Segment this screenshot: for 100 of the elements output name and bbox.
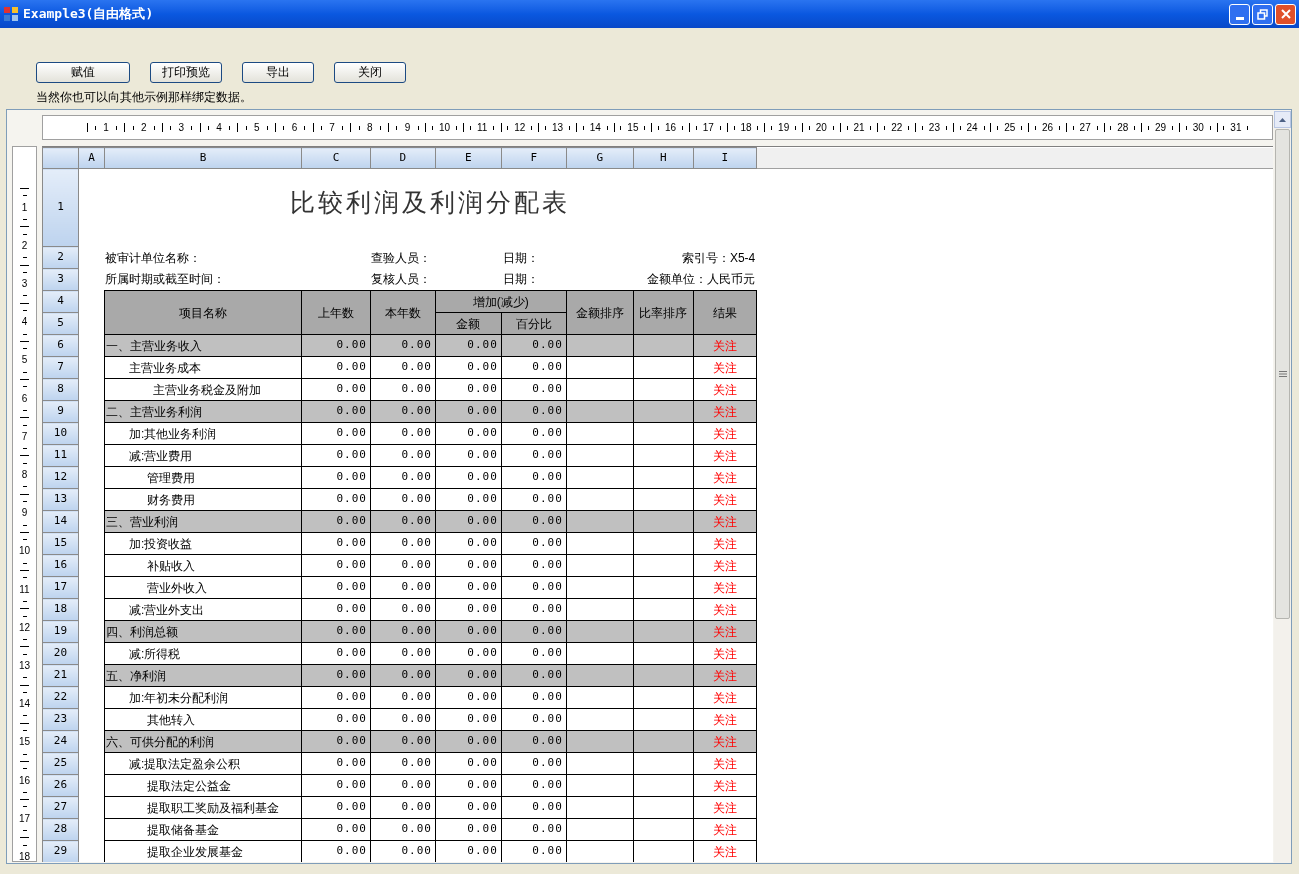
- info-label: 金额单位：人民币元: [647, 272, 756, 287]
- info-label: 被审计单位名称：: [105, 250, 202, 265]
- ruler-number: 4: [216, 122, 222, 133]
- ruler-number: 15: [627, 122, 639, 133]
- ruler-number: 13: [551, 122, 564, 133]
- report-title: 比较利润及利润分配表: [290, 188, 571, 216]
- item-name-cell: 加:投资收益: [104, 532, 302, 555]
- column-header[interactable]: E: [435, 147, 502, 169]
- ruler-number: 9: [21, 508, 28, 519]
- ruler-number: 28: [1117, 122, 1129, 133]
- row-header[interactable]: 5: [42, 312, 79, 335]
- row-header[interactable]: 28: [42, 818, 79, 841]
- action-button[interactable]: 导出: [242, 62, 314, 83]
- row-header[interactable]: 29: [42, 840, 79, 862]
- item-name-cell: 补贴收入: [104, 554, 302, 577]
- ruler-number: 21: [853, 122, 865, 133]
- row-header[interactable]: 21: [42, 664, 79, 687]
- row-header[interactable]: 3: [42, 268, 79, 291]
- row-header[interactable]: 22: [42, 686, 79, 709]
- ruler-number: 9: [404, 122, 411, 133]
- ruler-number: 2: [21, 240, 28, 251]
- row-header[interactable]: 23: [42, 708, 79, 731]
- ruler-number: 7: [329, 122, 335, 133]
- column-title: 结果: [693, 290, 757, 335]
- row-header[interactable]: 15: [42, 532, 79, 555]
- column-header[interactable]: C: [301, 147, 371, 169]
- ruler-number: 14: [18, 699, 31, 710]
- column-title: 金额排序: [566, 290, 634, 335]
- scrollbar-thumb[interactable]: [1275, 129, 1290, 619]
- row-header[interactable]: 16: [42, 554, 79, 577]
- ruler-number: 14: [589, 122, 601, 133]
- row-header[interactable]: 1: [42, 168, 79, 247]
- row-header[interactable]: 19: [42, 620, 79, 643]
- restore-button[interactable]: [1252, 3, 1273, 25]
- item-name-cell: 一、主营业务收入: [104, 334, 302, 357]
- ruler-number: 1: [21, 202, 28, 213]
- row-header[interactable]: 6: [42, 334, 79, 357]
- item-name-cell: 四、利润总额: [104, 620, 302, 643]
- row-header[interactable]: 25: [42, 752, 79, 775]
- column-header[interactable]: H: [633, 147, 694, 169]
- row-header[interactable]: 10: [42, 422, 79, 445]
- column-header[interactable]: F: [501, 147, 567, 169]
- item-name-cell: 提取储备基金: [104, 818, 302, 841]
- row-header[interactable]: 24: [42, 730, 79, 753]
- row-header[interactable]: 20: [42, 642, 79, 665]
- row-header[interactable]: 8: [42, 378, 79, 401]
- row-header[interactable]: 12: [42, 466, 79, 489]
- ruler-number: 8: [21, 470, 28, 481]
- info-label: 复核人员：: [371, 272, 432, 287]
- item-name-cell: 减:提取法定盈余公积: [104, 752, 302, 775]
- ruler-number: 1: [103, 122, 109, 133]
- info-label: 索引号：X5-4: [681, 250, 756, 265]
- ruler-number: 5: [253, 122, 260, 133]
- column-header[interactable]: A: [78, 147, 105, 169]
- row-header[interactable]: 26: [42, 774, 79, 797]
- grip-icon: [1278, 371, 1287, 377]
- ruler-number: 3: [21, 279, 28, 290]
- close-button[interactable]: [1275, 3, 1296, 25]
- row-header[interactable]: 7: [42, 356, 79, 379]
- ruler-number: 17: [702, 122, 714, 133]
- row-header[interactable]: 2: [42, 246, 79, 269]
- column-title: 比率排序: [633, 290, 694, 335]
- ruler-number: 24: [966, 122, 978, 133]
- column-header[interactable]: B: [104, 147, 302, 169]
- ruler-number: 6: [291, 122, 298, 133]
- ruler-number: 4: [21, 317, 28, 328]
- item-name-cell: 加:其他业务利润: [104, 422, 302, 445]
- row-header[interactable]: 4: [42, 290, 79, 313]
- ruler-number: 2: [140, 122, 147, 133]
- action-button[interactable]: 打印预览: [150, 62, 222, 83]
- column-header[interactable]: G: [566, 147, 634, 169]
- column-header[interactable]: D: [370, 147, 436, 169]
- row-header[interactable]: 18: [42, 598, 79, 621]
- window-title: Example3(自由格式): [23, 5, 154, 24]
- row-header[interactable]: 9: [42, 400, 79, 423]
- ruler-number: 31: [1230, 122, 1242, 133]
- row-header[interactable]: 27: [42, 796, 79, 819]
- item-name-cell: 减:营业外支出: [104, 598, 302, 621]
- minimize-button[interactable]: [1229, 3, 1250, 25]
- column-title: 项目名称: [104, 290, 302, 335]
- column-header[interactable]: I: [693, 147, 757, 169]
- item-name-cell: 提取法定公益金: [104, 774, 302, 797]
- action-button[interactable]: 关闭: [334, 62, 406, 83]
- item-name-cell: 减:营业费用: [104, 444, 302, 467]
- column-title: 本年数: [370, 290, 436, 335]
- row-header[interactable]: 13: [42, 488, 79, 511]
- restore-icon: [1257, 8, 1268, 20]
- ruler-number: 20: [815, 122, 827, 133]
- item-name-cell: 减:所得税: [104, 642, 302, 665]
- row-header[interactable]: 14: [42, 510, 79, 533]
- ruler-number: 22: [891, 122, 903, 133]
- row-header[interactable]: 11: [42, 444, 79, 467]
- ruler-number: 11: [19, 584, 30, 595]
- action-button[interactable]: 赋值: [36, 62, 130, 83]
- item-name-cell: 主营业务税金及附加: [104, 378, 302, 401]
- scroll-up-button[interactable]: [1274, 111, 1291, 128]
- ruler-number: 7: [21, 431, 28, 442]
- item-name-cell: 其他转入: [104, 708, 302, 731]
- item-name-cell: 三、营业利润: [104, 510, 302, 533]
- row-header[interactable]: 17: [42, 576, 79, 599]
